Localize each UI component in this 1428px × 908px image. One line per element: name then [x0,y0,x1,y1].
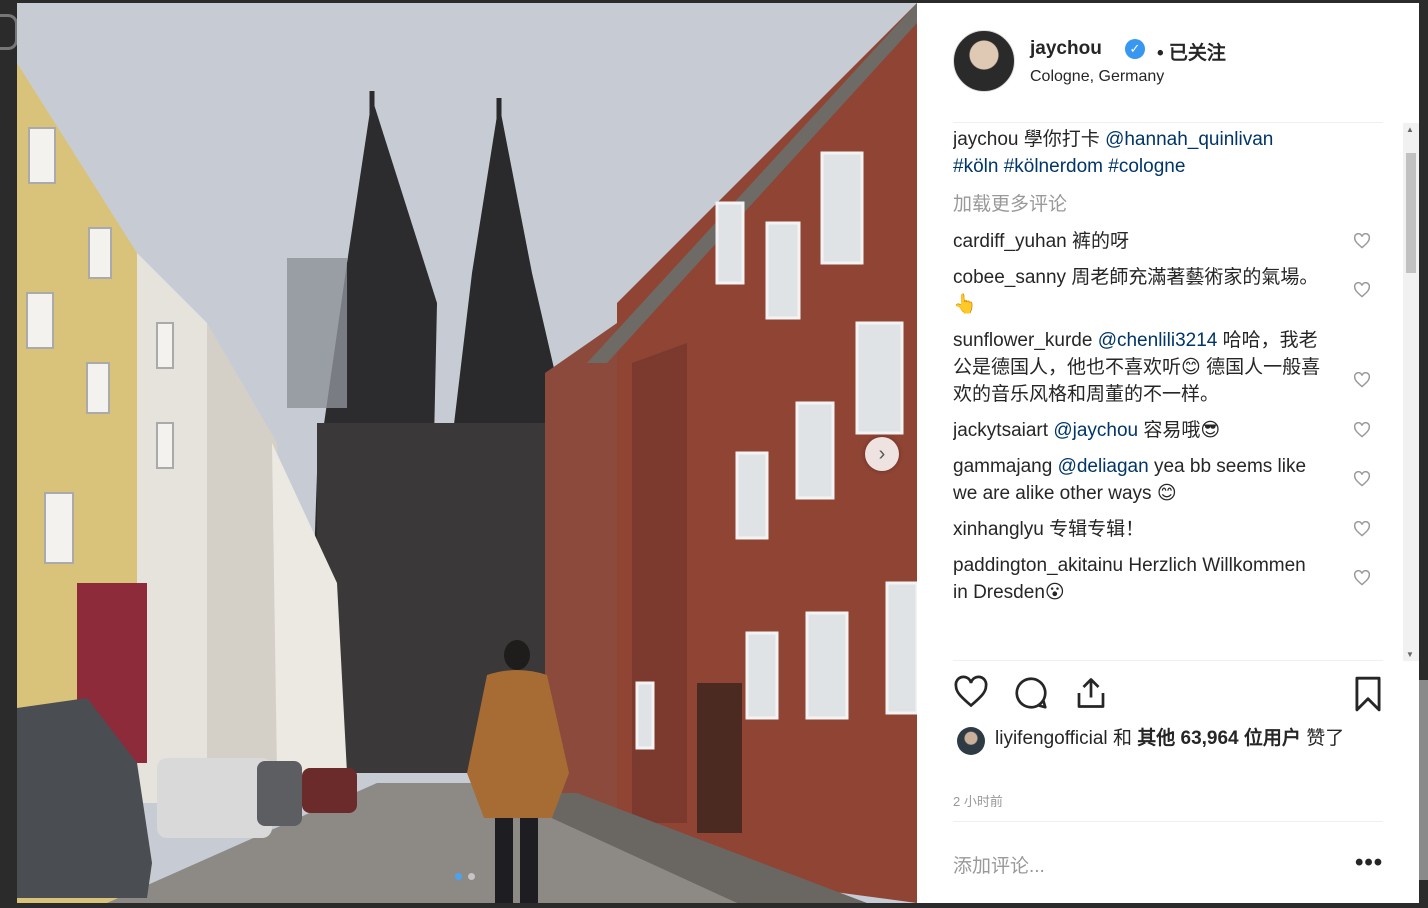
author-avatar[interactable] [953,30,1015,92]
comment-like-icon[interactable] [1353,521,1371,537]
page-scrollbar[interactable] [1418,680,1428,880]
caption-mention[interactable]: @hannah_quinlivan [1105,129,1273,150]
comment-row: jackytsaiart @jaychou 容易哦😎 [953,417,1373,444]
divider [953,821,1383,822]
comments-scrollbar[interactable]: ▲ ▼ [1403,123,1419,661]
chevron-right-icon: › [878,442,886,465]
background-icon [0,14,18,50]
scroll-down-icon[interactable]: ▼ [1406,650,1414,659]
comment-row: xinhanglyu 专辑专辑！ [953,516,1373,543]
comment-row: cardiff_yuhan 裤的呀 [953,228,1373,255]
likes-suffix: 赞了 [1306,728,1345,749]
post-timestamp[interactable]: 2 小时前 [953,791,1003,810]
comment-username[interactable]: gammajang [953,456,1052,477]
comment-like-icon[interactable] [1353,570,1371,586]
verified-badge-icon: ✓ [1125,39,1145,59]
hashtag[interactable]: #kölnerdom [1004,156,1103,177]
comment-mention[interactable]: @jaychou [1053,420,1138,441]
post-photo[interactable]: › [17,3,917,903]
carousel-dot-active [455,873,462,880]
divider [953,660,1383,661]
caption-username[interactable]: jaychou [953,129,1019,150]
comment-text: 容易哦😎 [1143,420,1221,441]
comment-text: 裤的呀 [1072,231,1130,252]
comment-username[interactable]: jackytsaiart [953,420,1048,441]
add-comment-input[interactable]: 添加评论... [953,851,1045,878]
post-side-panel: jaychou ✓ • 已关注 Cologne, Germany jaychou… [917,3,1419,903]
post-header: jaychou ✓ • 已关注 Cologne, Germany [953,30,1383,123]
comment-username[interactable]: xinhanglyu [953,519,1044,540]
post-location[interactable]: Cologne, Germany [1030,68,1164,86]
caption-text: 學你打卡 [1023,129,1100,150]
comment-text: 专辑专辑！ [1049,519,1145,540]
likes-summary: liyifengofficial 和 其他 63,964 位用户 赞了 [953,725,1373,755]
carousel-dot [468,873,475,880]
load-more-comments-button[interactable]: 加载更多评论 [953,191,1373,218]
hashtag[interactable]: #cologne [1108,156,1185,177]
scrollbar-thumb[interactable] [1406,153,1416,273]
comment-like-icon[interactable] [1353,282,1371,298]
comment-username[interactable]: cardiff_yuhan [953,231,1067,252]
comment-mention[interactable]: @deliagan [1058,456,1149,477]
comment-mention[interactable]: @chenlili3214 [1098,330,1218,351]
hashtag[interactable]: #köln [953,156,998,177]
comment-username[interactable]: paddington_akitainu [953,555,1123,576]
comment-row: gammajang @deliagan yea bb seems like we… [953,453,1373,507]
share-icon[interactable] [1073,675,1109,711]
liker-username[interactable]: liyifengofficial [995,728,1108,749]
comment-row: cobee_sanny 周老師充滿著藝術家的氣場。👆 [953,264,1373,318]
comment-username[interactable]: cobee_sanny [953,267,1066,288]
comment-like-icon[interactable] [1353,422,1371,438]
post-modal: › jaychou ✓ • 已关注 Cologne, Germany jaych… [17,3,1419,903]
action-bar [953,675,1383,715]
comments-list: jaychou 學你打卡 @hannah_quinlivan #köln #kö… [953,126,1373,658]
comment-like-icon[interactable] [1353,471,1371,487]
follow-status-button[interactable]: • 已关注 [1157,38,1226,65]
heart-icon[interactable] [953,675,989,709]
carousel-indicator [455,873,475,880]
comment-row: sunflower_kurde @chenlili3214 哈哈，我老公是德国人… [953,327,1373,408]
likes-count-link[interactable]: 其他 63,964 位用户 [1137,728,1301,749]
comment-icon[interactable] [1013,675,1049,711]
bookmark-icon[interactable] [1351,675,1385,713]
next-photo-button[interactable]: › [865,437,899,471]
caption: jaychou 學你打卡 @hannah_quinlivan #köln #kö… [953,126,1373,180]
likes-joiner: 和 [1112,728,1132,749]
street-scene-image [17,3,917,903]
liker-avatar[interactable] [957,727,985,755]
comment-like-icon[interactable] [1353,372,1371,388]
more-options-button[interactable]: ••• [1355,849,1383,877]
author-username[interactable]: jaychou [1030,38,1102,60]
comment-row: paddington_akitainu Herzlich Willkommen … [953,552,1373,606]
scroll-up-icon[interactable]: ▲ [1406,125,1414,134]
comment-username[interactable]: sunflower_kurde [953,330,1092,351]
comment-like-icon[interactable] [1353,233,1371,249]
